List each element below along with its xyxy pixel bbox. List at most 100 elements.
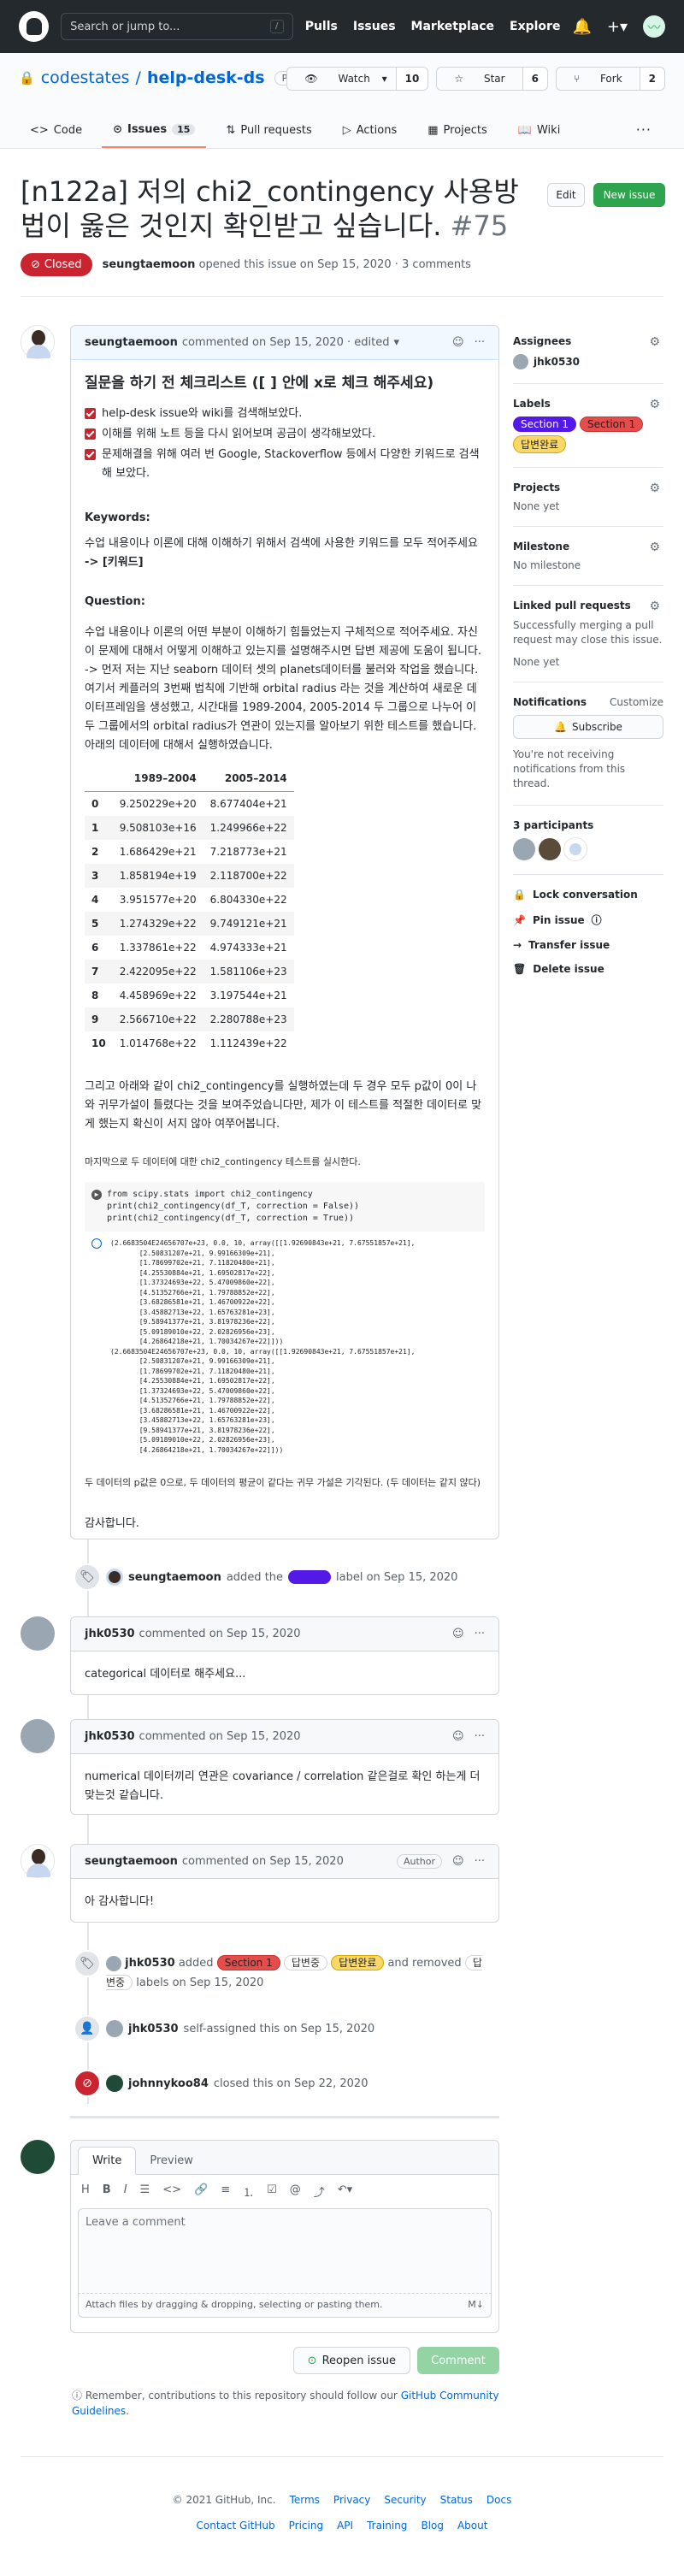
chevron-down-icon[interactable]: ▾ — [393, 336, 399, 349]
avatar[interactable] — [21, 325, 55, 359]
nav-issues[interactable]: Issues — [353, 20, 396, 33]
customize-link[interactable]: Customize — [610, 696, 663, 708]
tab-projects[interactable]: ▦ Projects — [416, 118, 498, 148]
footer-link[interactable]: Contact GitHub — [197, 2520, 275, 2532]
avatar[interactable] — [106, 2075, 123, 2092]
footer-link[interactable]: Security — [384, 2494, 426, 2506]
kebab-menu-icon[interactable]: ··· — [475, 336, 485, 349]
numbered-list-icon[interactable]: ⒈ — [243, 2183, 254, 2200]
code-icon[interactable]: <> — [162, 2183, 181, 2200]
heading-icon[interactable]: H — [81, 2183, 90, 2200]
bullet-list-icon[interactable]: ≡ — [221, 2183, 230, 2200]
nav-marketplace[interactable]: Marketplace — [411, 20, 494, 33]
avatar[interactable] — [539, 838, 561, 860]
comment-author-link[interactable]: seungtaemoon — [85, 1855, 178, 1868]
avatar[interactable]: 〰 — [643, 15, 665, 38]
comment-textarea[interactable]: Leave a comment — [78, 2208, 492, 2294]
gear-icon[interactable]: ⚙ — [649, 482, 660, 495]
tab-wiki[interactable]: 📖 Wiki — [507, 118, 572, 148]
label-answered[interactable]: 답변완료 — [513, 435, 567, 453]
more-options-icon[interactable]: ··· — [636, 121, 652, 138]
avatar[interactable] — [106, 1569, 123, 1586]
footer-link[interactable]: Status — [440, 2494, 473, 2506]
avatar[interactable] — [106, 2020, 123, 2037]
checkbox-checked-icon[interactable] — [85, 449, 96, 460]
pin-issue-link[interactable]: 📌 Pin issue ⓘ — [513, 913, 663, 927]
issue-author-link[interactable]: seungtaemoon — [103, 258, 196, 271]
footer-link[interactable]: Docs — [486, 2494, 511, 2506]
avatar[interactable] — [21, 1844, 55, 1878]
italic-icon[interactable]: I — [124, 2183, 127, 2200]
comment-author-link[interactable]: jhk0530 — [85, 1730, 135, 1743]
github-logo-icon[interactable] — [19, 11, 50, 42]
projects-title[interactable]: Projects — [513, 482, 663, 493]
comment-submit-button[interactable]: Comment — [417, 2347, 499, 2374]
avatar[interactable] — [513, 838, 535, 860]
kebab-menu-icon[interactable]: ··· — [475, 1855, 485, 1868]
smiley-icon[interactable]: ☺ — [452, 1855, 464, 1868]
kebab-menu-icon[interactable]: ··· — [475, 1628, 485, 1640]
task-list-icon[interactable]: ☑ — [267, 2183, 277, 2200]
new-issue-button[interactable]: New issue — [593, 183, 665, 207]
checkbox-checked-icon[interactable] — [85, 408, 96, 419]
labels-title[interactable]: Labels — [513, 398, 663, 410]
smiley-icon[interactable]: ☺ — [452, 1730, 464, 1743]
event-user-link[interactable]: jhk0530 — [125, 1957, 175, 1970]
event-user-link[interactable]: seungtaemoon — [128, 1571, 221, 1584]
reply-icon[interactable]: ↶▾ — [338, 2183, 352, 2200]
avatar[interactable] — [21, 1719, 55, 1753]
event-user-link[interactable]: jhk0530 — [128, 2023, 179, 2035]
smiley-icon[interactable]: ☺ — [452, 1628, 464, 1640]
delete-issue-link[interactable]: 🗑 Delete issue — [513, 963, 663, 975]
repo-name-link[interactable]: help-desk-ds — [147, 68, 265, 87]
footer-link[interactable]: About — [457, 2520, 487, 2532]
footer-link[interactable]: Privacy — [333, 2494, 370, 2506]
link-icon[interactable]: 🔗 — [194, 2183, 208, 2200]
gear-icon[interactable]: ⚙ — [649, 398, 660, 411]
kebab-menu-icon[interactable]: ··· — [475, 1730, 485, 1743]
footer-link[interactable]: Pricing — [289, 2520, 323, 2532]
plus-icon[interactable]: +▾ — [607, 18, 628, 36]
avatar[interactable] — [564, 838, 587, 860]
label-answering[interactable]: 답변중 — [283, 1955, 328, 1970]
transfer-issue-link[interactable]: → Transfer issue — [513, 939, 663, 951]
footer-link[interactable]: Terms — [290, 2494, 320, 2506]
tab-preview[interactable]: Preview — [136, 2148, 207, 2174]
tab-pull-requests[interactable]: ⇅ Pull requests — [215, 118, 322, 148]
checkbox-checked-icon[interactable] — [85, 428, 96, 440]
assignees-title[interactable]: Assignees — [513, 335, 663, 347]
reference-icon[interactable]: ⤴ — [314, 2183, 325, 2200]
watch-button[interactable]: 👁 Watch ▾ 10 — [286, 67, 429, 91]
markdown-icon[interactable]: M↓ — [468, 2299, 484, 2312]
event-user-link[interactable]: johnnykoo84 — [128, 2077, 209, 2090]
label-section-1[interactable]: Section 1 — [580, 417, 644, 432]
lock-conversation-link[interactable]: 🔒 Lock conversation — [513, 889, 663, 901]
label-section-1[interactable]: Section 1 — [513, 417, 577, 432]
smiley-icon[interactable]: ☺ — [452, 336, 464, 349]
label-section-1[interactable]: Section 1 — [216, 1955, 280, 1970]
repo-owner-link[interactable]: codestates — [41, 68, 130, 87]
quote-icon[interactable]: ☰ — [140, 2183, 150, 2200]
footer-link[interactable]: Blog — [421, 2520, 444, 2532]
gear-icon[interactable]: ⚙ — [649, 541, 660, 554]
edit-button[interactable]: Edit — [547, 183, 585, 207]
milestone-title[interactable]: Milestone — [513, 541, 663, 552]
star-button[interactable]: ☆ Star 6 — [436, 67, 548, 91]
footer-link[interactable]: API — [337, 2520, 353, 2532]
nav-explore[interactable]: Explore — [510, 20, 560, 33]
label-section-1[interactable] — [288, 1570, 332, 1584]
bold-icon[interactable]: B — [103, 2183, 111, 2200]
subscribe-button[interactable]: 🔔 Subscribe — [513, 715, 663, 739]
comment-author-link[interactable]: jhk0530 — [85, 1628, 135, 1640]
assignee[interactable]: jhk0530 — [513, 354, 663, 369]
avatar[interactable] — [21, 2140, 55, 2174]
tab-code[interactable]: <> Code — [19, 118, 93, 148]
mention-icon[interactable]: @ — [290, 2183, 301, 2200]
reopen-issue-button[interactable]: ⊙ Reopen issue — [292, 2347, 410, 2374]
footer-link[interactable]: Training — [367, 2520, 407, 2532]
tab-actions[interactable]: ▷ Actions — [332, 118, 409, 148]
comment-author-link[interactable]: seungtaemoon — [85, 336, 178, 349]
gear-icon[interactable]: ⚙ — [649, 335, 660, 349]
gear-icon[interactable]: ⚙ — [649, 600, 660, 613]
label-answered[interactable]: 답변완료 — [331, 1955, 385, 1970]
